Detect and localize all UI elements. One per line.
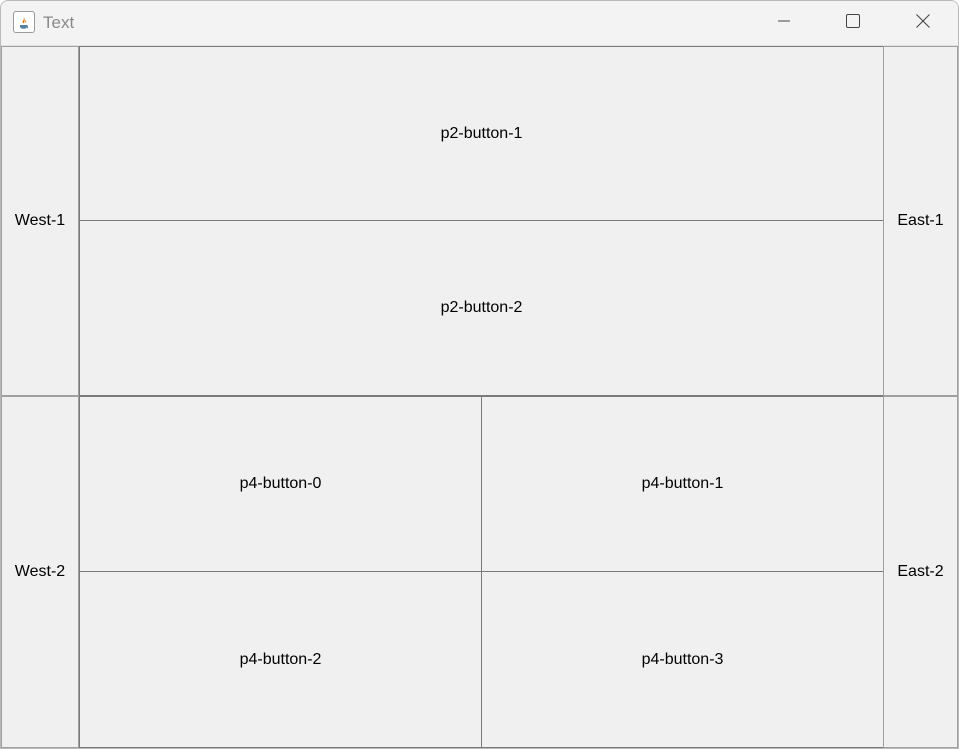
p4-button-0-label: p4-button-0 [239,475,322,492]
p2-button-2-label: p2-button-2 [440,299,523,316]
window-title: Text [43,13,75,32]
close-button[interactable] [888,1,958,45]
p4-button-3-label: p4-button-3 [641,650,724,668]
p4-button-0[interactable]: p4-button-0 [79,396,482,572]
p4-button-2[interactable]: p4-button-2 [79,571,482,748]
maximize-button[interactable] [818,1,888,45]
java-coffee-cup-icon [13,11,35,33]
p2-button-1[interactable]: p2-button-1 [79,46,884,221]
minimize-button[interactable] [749,1,819,45]
west-2-button[interactable]: West-2 [1,396,79,748]
minimize-icon [776,13,792,34]
p4-button-1-label: p4-button-1 [641,475,724,492]
p2-button-1-label: p2-button-1 [440,124,523,142]
app-window: Text West-1 p2-button-1 p2-button-2 East… [0,0,959,749]
east-1-label: East-1 [897,212,944,229]
p4-button-2-label: p4-button-2 [239,650,322,668]
close-icon [915,13,931,34]
maximize-icon [845,13,861,34]
p4-button-3[interactable]: p4-button-3 [481,571,884,748]
west-2-label: West-2 [14,563,66,580]
title-bar[interactable]: Text [1,1,958,46]
p2-button-2[interactable]: p2-button-2 [79,220,884,396]
west-1-button[interactable]: West-1 [1,46,79,396]
east-1-button[interactable]: East-1 [883,46,958,396]
east-2-label: East-2 [897,563,944,580]
west-1-label: West-1 [14,212,66,229]
content-pane: West-1 p2-button-1 p2-button-2 East-1 We… [1,46,958,748]
p4-button-1[interactable]: p4-button-1 [481,396,884,572]
east-2-button[interactable]: East-2 [883,396,958,748]
